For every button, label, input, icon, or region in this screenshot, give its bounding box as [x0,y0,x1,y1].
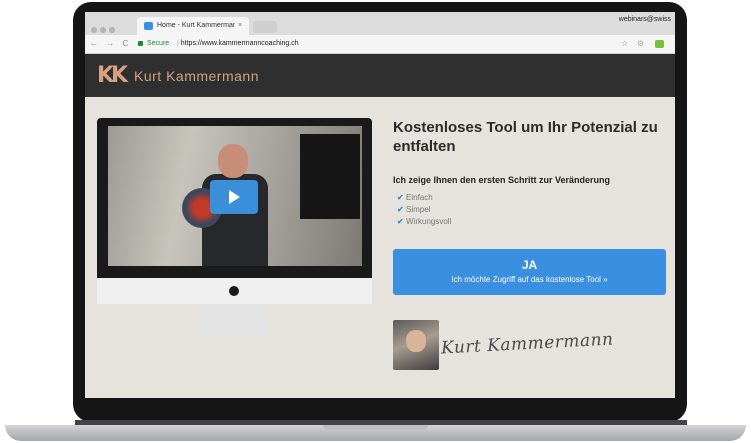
laptop-base [5,425,746,441]
page-title: Kostenloses Tool um Ihr Potenzial zu ent… [393,119,658,155]
feature-label: Einfach [406,193,433,202]
close-window-button[interactable] [91,27,97,33]
brand-name[interactable]: Kurt Kammermann [134,68,259,84]
avatar [393,320,439,370]
check-icon: ✔ [397,217,404,226]
star-icon[interactable]: ☆ [621,35,628,53]
play-button[interactable] [210,180,258,214]
lock-icon [138,41,143,46]
feature-item: ✔ Wirkungsvoll [397,216,451,228]
secure-label: Secure [147,40,170,47]
favicon-icon [144,22,153,30]
logo-icon[interactable]: KK [97,63,128,88]
base-notch [323,425,428,430]
background-tv [300,134,360,219]
laptop-lid: Home - Kurt Kammermann Co × webinars@swi… [73,2,687,422]
address-bar[interactable]: ← → C Secure | https://www.kammermanncoa… [85,35,675,54]
avatar-face [406,330,426,352]
browser-tabbar: Home - Kurt Kammermann Co × webinars@swi… [85,12,675,35]
feature-item: ✔ Simpel [397,204,451,216]
feature-label: Simpel [406,205,431,214]
signature: Kurt Kammermann [440,329,614,359]
feature-label: Wirkungsvoll [406,217,452,226]
cta-button[interactable]: JA Ich möchte Zugriff auf das kostenlose… [393,249,666,295]
extension-green-icon[interactable] [655,40,664,48]
browser-tab[interactable]: Home - Kurt Kammermann Co × [137,17,249,35]
site-header: KK Kurt Kammermann [85,54,675,97]
url-value[interactable]: https://www.kammermanncoaching.ch [181,40,299,47]
play-icon [229,190,240,204]
profile-name[interactable]: webinars@swiss [619,16,671,23]
monitor-stand [196,304,272,336]
feature-item: ✔ Einfach [397,192,451,204]
feature-list: ✔ Einfach ✔ Simpel ✔ Wirkungsvoll [397,192,451,228]
url-text[interactable]: | https://www.kammermanncoaching.ch [177,35,299,53]
nav-buttons[interactable]: ← → C [90,35,131,53]
new-tab-button[interactable] [253,21,277,33]
person-head [218,144,248,178]
monitor-logo-dot [229,286,239,296]
maximize-window-button[interactable] [109,27,115,33]
subheadline: Ich zeige Ihnen den ersten Schritt zur V… [393,175,611,185]
extension-icon[interactable]: ⚙ [637,35,644,53]
video-monitor [97,118,372,278]
check-icon: ✔ [397,205,404,214]
tab-close-icon[interactable]: × [238,17,242,35]
video-player[interactable] [108,126,362,266]
tab-title: Home - Kurt Kammermann Co [157,22,235,29]
monitor-chin [97,278,372,304]
laptop-screen: Home - Kurt Kammermann Co × webinars@swi… [85,12,675,398]
check-icon: ✔ [397,193,404,202]
cta-sub-label: Ich möchte Zugriff auf das kostenlose To… [451,275,608,284]
cta-main-label: JA [521,258,538,272]
minimize-window-button[interactable] [100,27,106,33]
